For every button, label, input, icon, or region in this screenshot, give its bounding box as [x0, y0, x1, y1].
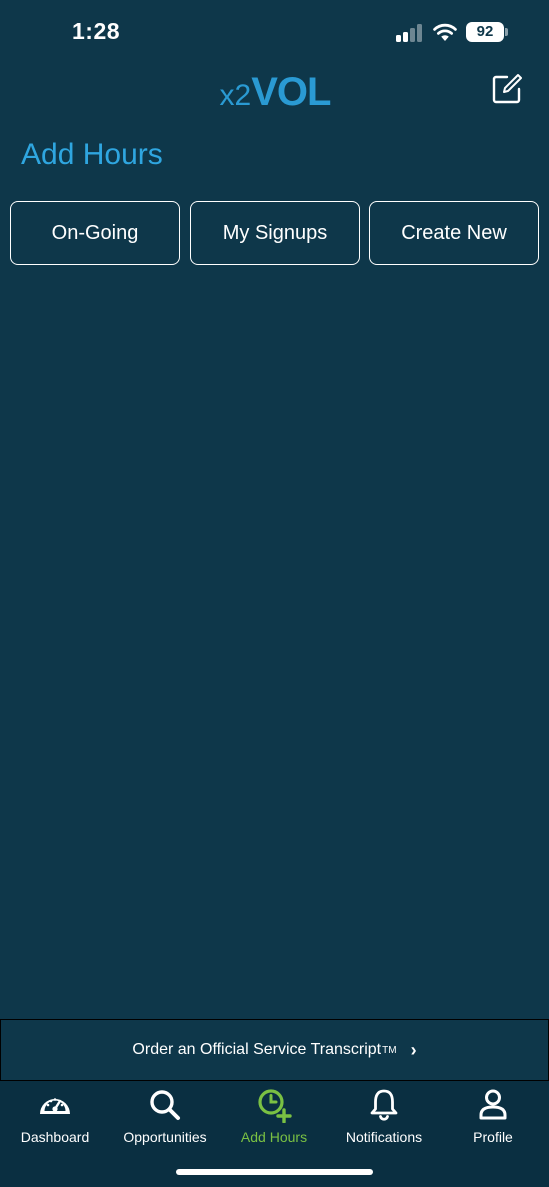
tab-my-signups[interactable]: My Signups — [190, 201, 360, 265]
tabbar-item-notifications[interactable]: Notifications — [329, 1087, 439, 1153]
home-indicator[interactable] — [176, 1169, 373, 1175]
tabbar-label-dashboard: Dashboard — [20, 1129, 90, 1145]
tabbar-label-profile: Profile — [473, 1129, 513, 1145]
gauge-icon — [40, 1098, 70, 1114]
tabbar-item-dashboard[interactable]: Dashboard — [0, 1087, 110, 1153]
tabbar-label-notifications: Notifications — [345, 1129, 423, 1145]
tabbar-label-opportunities: Opportunities — [123, 1129, 207, 1145]
status-time: 1:28 — [72, 18, 121, 44]
compose-icon[interactable] — [490, 72, 524, 106]
x2vol-logo: x2 VOL — [196, 60, 354, 118]
wifi-icon — [433, 23, 457, 41]
logo-prefix: x2 — [219, 79, 252, 112]
status-bar: 1:28 92 — [0, 0, 549, 62]
hours-tabs: On-Going My Signups Create New — [10, 201, 539, 265]
cellular-signal-icon — [396, 24, 424, 42]
battery-nub — [505, 28, 508, 36]
clock-plus-icon — [258, 1089, 292, 1123]
bell-icon — [370, 1089, 398, 1121]
person-icon — [479, 1089, 507, 1120]
tabbar-item-add-hours[interactable]: Add Hours — [219, 1087, 329, 1153]
content-area — [0, 280, 549, 1010]
tabbar-item-opportunities[interactable]: Opportunities — [110, 1087, 220, 1153]
search-icon — [150, 1090, 180, 1120]
tabbar-item-profile[interactable]: Profile — [438, 1087, 548, 1153]
logo-main: VOL — [251, 70, 331, 114]
app-screen: 1:28 92 x2 VOL Add Hours On-Going My Sig… — [0, 0, 549, 1187]
tab-create-new[interactable]: Create New — [369, 201, 539, 265]
page-title: Add Hours — [21, 138, 163, 171]
battery-icon: 92 — [466, 22, 504, 42]
tab-on-going[interactable]: On-Going — [10, 201, 180, 265]
transcript-label: Order an Official Service Transcript — [132, 1041, 382, 1058]
chevron-right-icon: › — [410, 1039, 417, 1060]
trademark-mark: TM — [382, 1044, 397, 1056]
tabbar-label-add-hours: Add Hours — [240, 1129, 308, 1145]
transcript-banner[interactable]: Order an Official Service Transcript TM … — [0, 1019, 549, 1081]
